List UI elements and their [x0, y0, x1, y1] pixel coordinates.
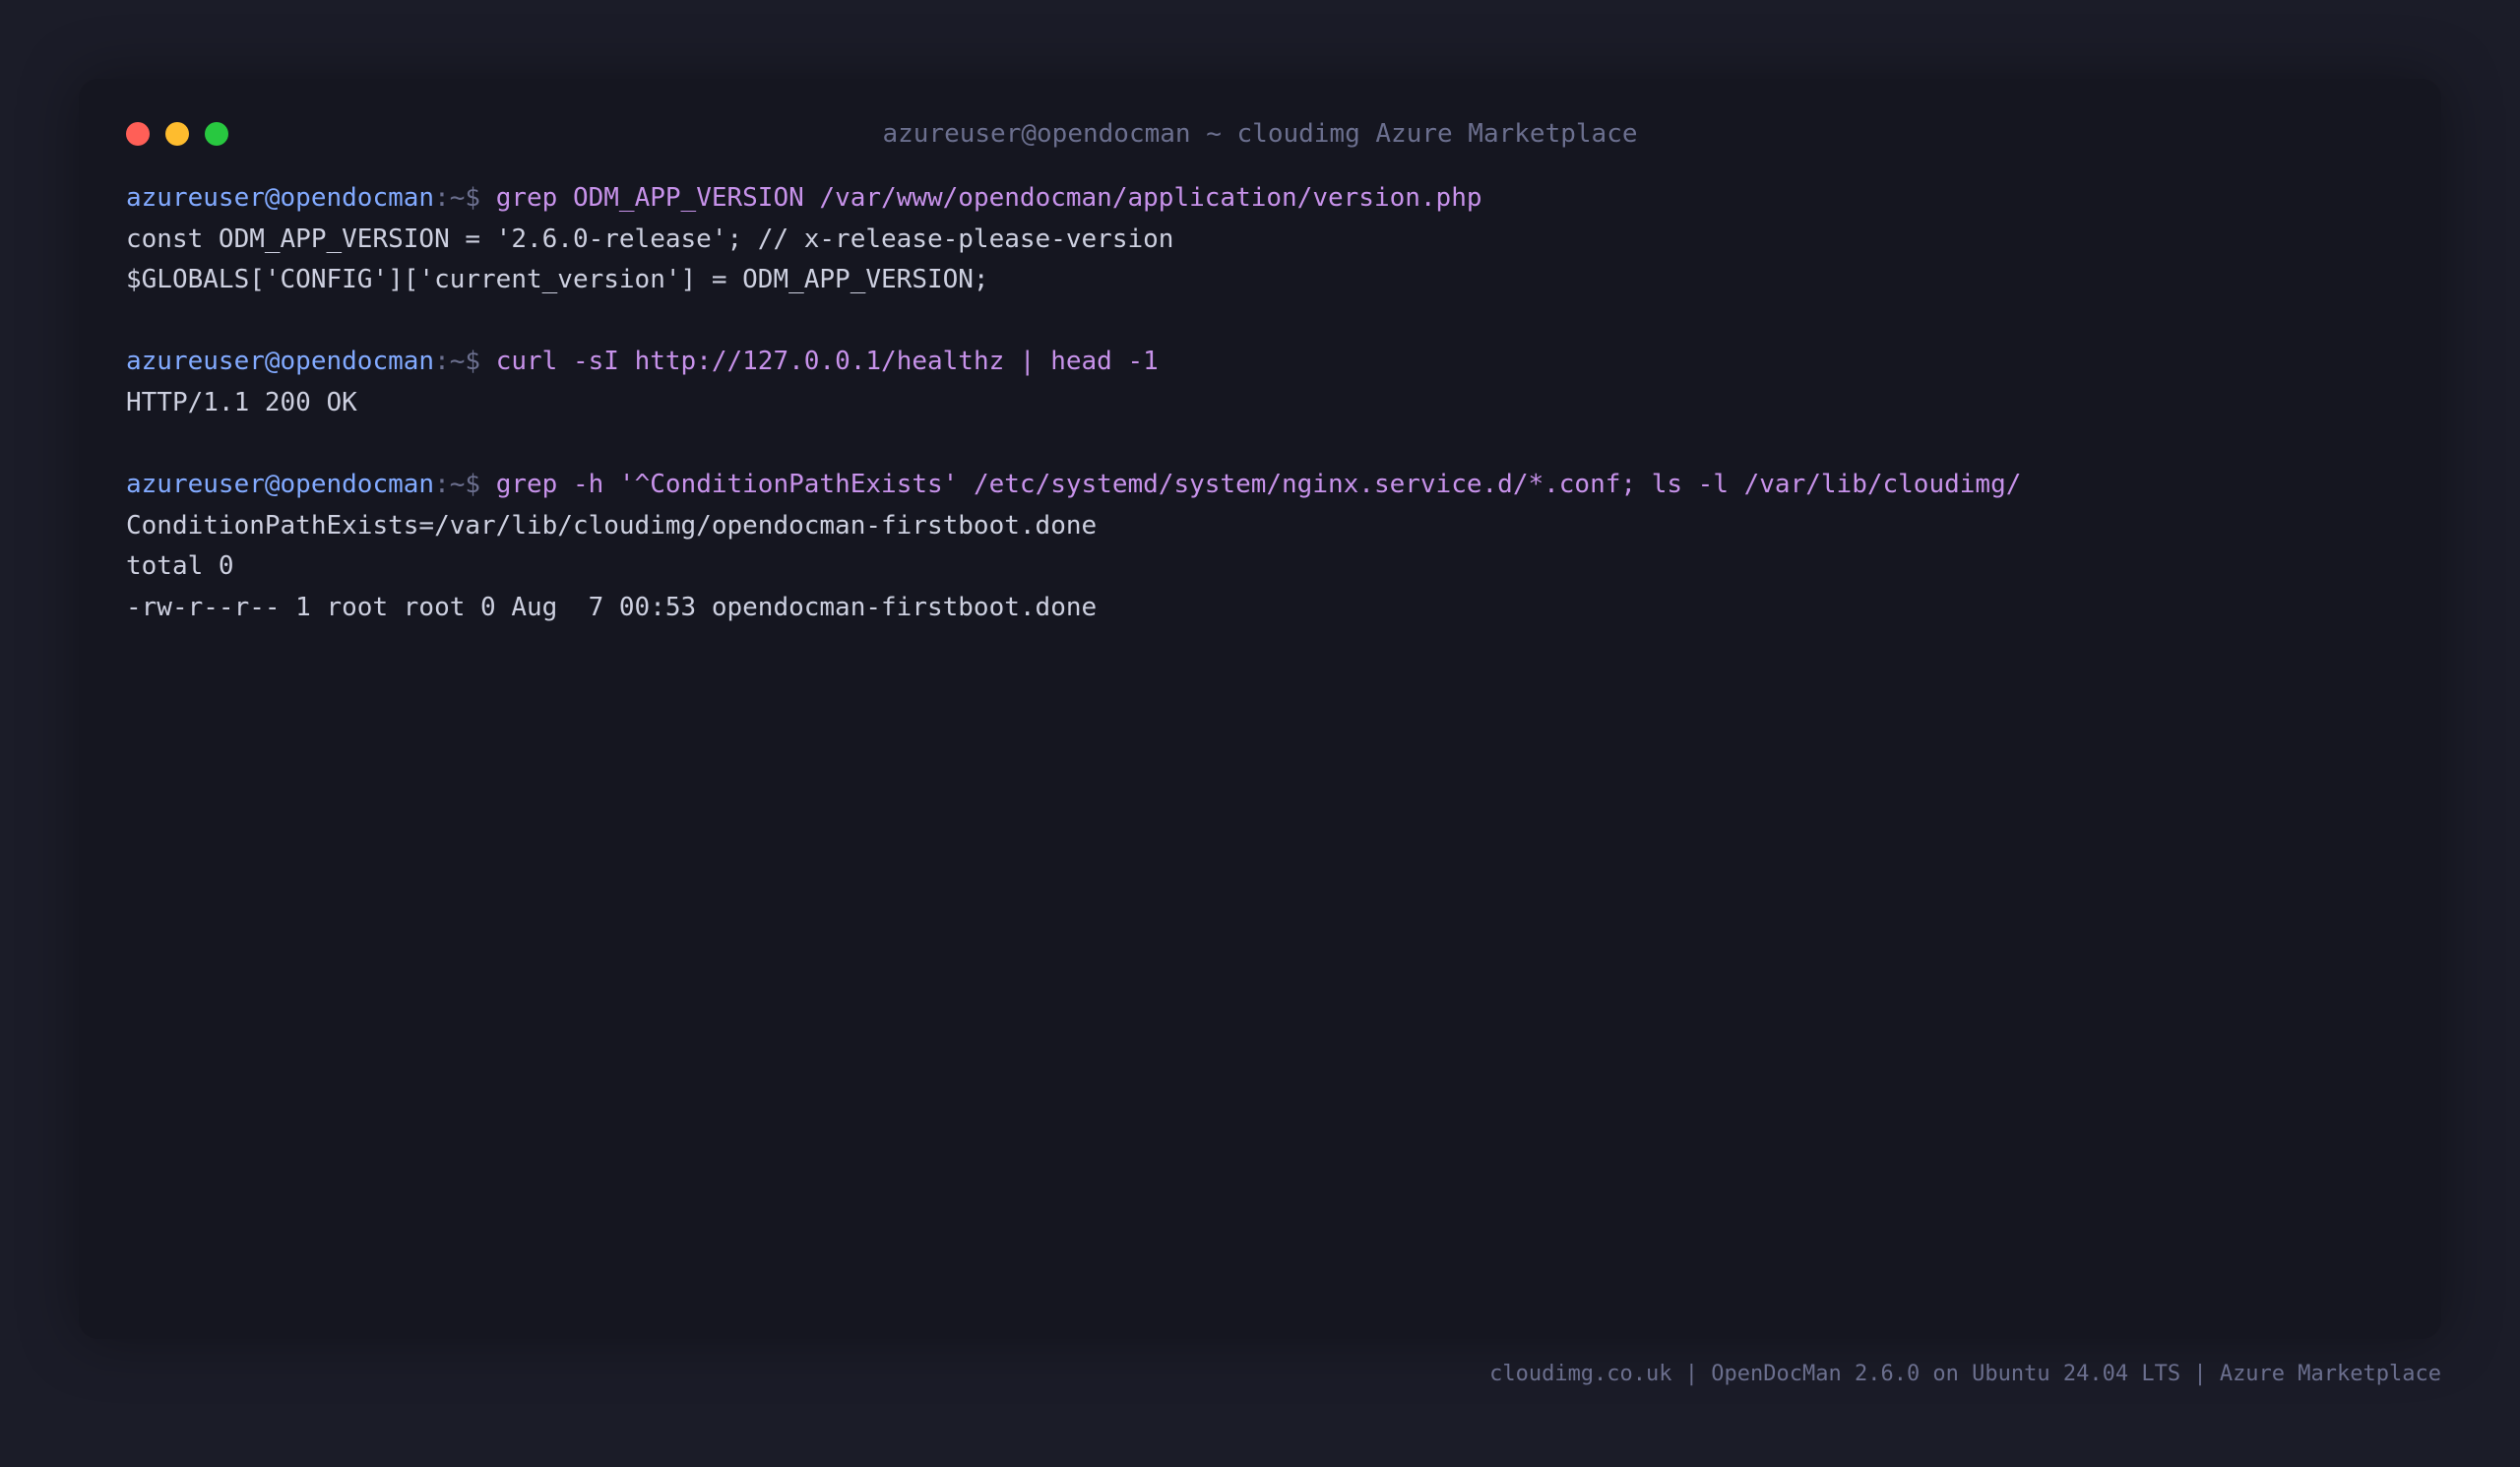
command-text: grep ODM_APP_VERSION /var/www/opendocman… — [495, 183, 1482, 213]
prompt-user-host: azureuser@opendocman — [126, 470, 435, 500]
title-bar: azureuser@opendocman ~ cloudimg Azure Ma… — [79, 79, 2441, 187]
terminal-output[interactable]: azureuser@opendocman:~$ grep ODM_APP_VER… — [126, 178, 2402, 629]
terminal-window: azureuser@opendocman ~ cloudimg Azure Ma… — [79, 79, 2441, 1339]
prompt-path: :~$ — [434, 470, 481, 500]
command-line: azureuser@opendocman:~$ curl -sI http://… — [126, 342, 2402, 383]
output-line: const ODM_APP_VERSION = '2.6.0-release';… — [126, 223, 1174, 254]
output-line: -rw-r--r-- 1 root root 0 Aug 7 00:53 ope… — [126, 592, 1098, 622]
prompt-path: :~$ — [434, 347, 481, 377]
command-line: azureuser@opendocman:~$ grep ODM_APP_VER… — [126, 178, 2402, 220]
output-line: ConditionPathExists=/var/lib/cloudimg/op… — [126, 510, 1098, 541]
command-text: grep -h '^ConditionPathExists' /etc/syst… — [495, 470, 2022, 500]
command-text: curl -sI http://127.0.0.1/healthz | head… — [495, 347, 1159, 377]
command-line: azureuser@opendocman:~$ grep -h '^Condit… — [126, 465, 2402, 506]
output-line: HTTP/1.1 200 OK — [126, 387, 357, 417]
output-line: $GLOBALS['CONFIG']['current_version'] = … — [126, 265, 989, 295]
output-line: total 0 — [126, 551, 234, 582]
prompt-path: :~$ — [434, 183, 481, 213]
prompt-user-host: azureuser@opendocman — [126, 347, 435, 377]
prompt-user-host: azureuser@opendocman — [126, 183, 435, 213]
window-title: azureuser@opendocman ~ cloudimg Azure Ma… — [882, 119, 1638, 149]
footer-caption: cloudimg.co.uk | OpenDocMan 2.6.0 on Ubu… — [1489, 1362, 2441, 1386]
